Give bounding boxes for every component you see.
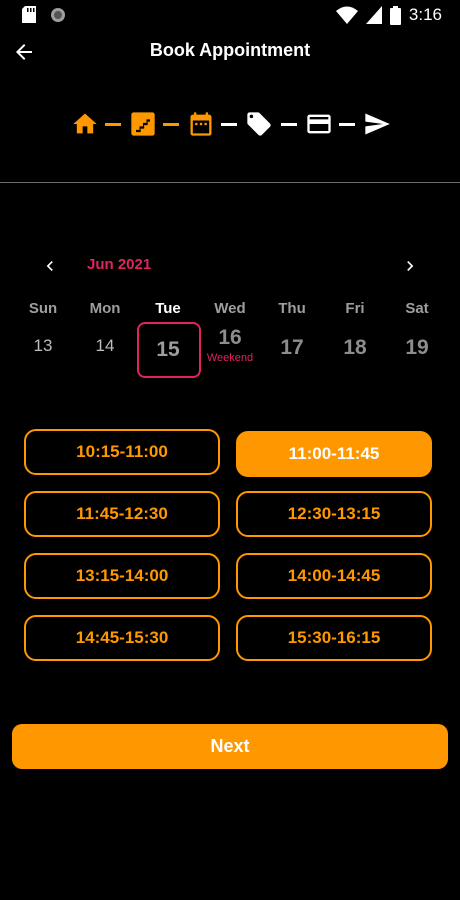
- week-day-selector: Sun 13 Mon 14 Tue 15 Wed 16 Weekend Thu …: [0, 298, 460, 388]
- day-number: 15: [156, 338, 180, 361]
- day-number: 13: [33, 336, 53, 355]
- signal-icon: [365, 6, 382, 24]
- credit-card-icon[interactable]: [305, 110, 333, 138]
- time-slot-button[interactable]: 11:00-11:45: [236, 431, 432, 477]
- day-name: Sun: [28, 300, 58, 317]
- day-sun[interactable]: Sun 13: [13, 298, 73, 356]
- status-time: 3:16: [408, 5, 442, 24]
- day-number: 16: [218, 326, 242, 349]
- month-label: Jun 2021: [87, 256, 152, 273]
- booking-stepper: [0, 110, 460, 140]
- wifi-icon: [335, 6, 358, 24]
- day-name: Sat: [405, 300, 429, 317]
- day-number: 19: [405, 336, 429, 359]
- day-name: Wed: [214, 300, 246, 317]
- step-connector: [105, 123, 121, 126]
- day-mon[interactable]: Mon 14: [75, 298, 135, 356]
- time-slot-button[interactable]: 14:45-15:30: [24, 615, 220, 661]
- day-name: Tue: [155, 300, 181, 317]
- time-slot-button[interactable]: 12:30-13:15: [236, 491, 432, 537]
- step-connector: [221, 123, 237, 126]
- sd-card-icon: [22, 6, 36, 23]
- step-connector: [339, 123, 355, 126]
- status-bar: 3:16: [0, 0, 460, 30]
- time-slot-button[interactable]: 14:00-14:45: [236, 553, 432, 599]
- day-tue[interactable]: Tue 15: [138, 298, 198, 362]
- stairs-icon[interactable]: [129, 110, 157, 138]
- battery-icon: [389, 5, 401, 25]
- next-button[interactable]: Next: [12, 724, 448, 769]
- chevron-left-icon[interactable]: [40, 256, 60, 276]
- day-name: Fri: [345, 300, 365, 317]
- chevron-right-icon[interactable]: [400, 256, 420, 276]
- page-title: Book Appointment: [149, 40, 311, 60]
- day-number: 17: [280, 336, 304, 359]
- day-number: 14: [95, 336, 115, 355]
- day-number: 18: [343, 336, 367, 359]
- month-navigation: Jun 2021: [0, 252, 460, 280]
- divider: [0, 182, 460, 183]
- time-slot-button[interactable]: 15:30-16:15: [236, 615, 432, 661]
- step-connector: [163, 123, 179, 126]
- day-wed[interactable]: Wed 16 Weekend: [200, 298, 260, 364]
- send-icon[interactable]: [363, 110, 391, 138]
- day-sat[interactable]: Sat 19: [387, 298, 447, 360]
- tag-icon[interactable]: [245, 110, 273, 138]
- circle-icon: [51, 7, 65, 22]
- calendar-icon[interactable]: [187, 110, 215, 138]
- app-bar: Book Appointment: [0, 30, 460, 74]
- time-slot-button[interactable]: 11:45-12:30: [24, 491, 220, 537]
- day-fri[interactable]: Fri 18: [325, 298, 385, 360]
- time-slot-button[interactable]: 13:15-14:00: [24, 553, 220, 599]
- step-connector: [281, 123, 297, 126]
- home-icon[interactable]: [71, 110, 99, 138]
- time-slot-button[interactable]: 10:15-11:00: [24, 429, 220, 475]
- day-name: Mon: [89, 300, 121, 317]
- day-thu[interactable]: Thu 17: [262, 298, 322, 360]
- day-sublabel: Weekend: [206, 352, 254, 364]
- day-name: Thu: [278, 300, 306, 317]
